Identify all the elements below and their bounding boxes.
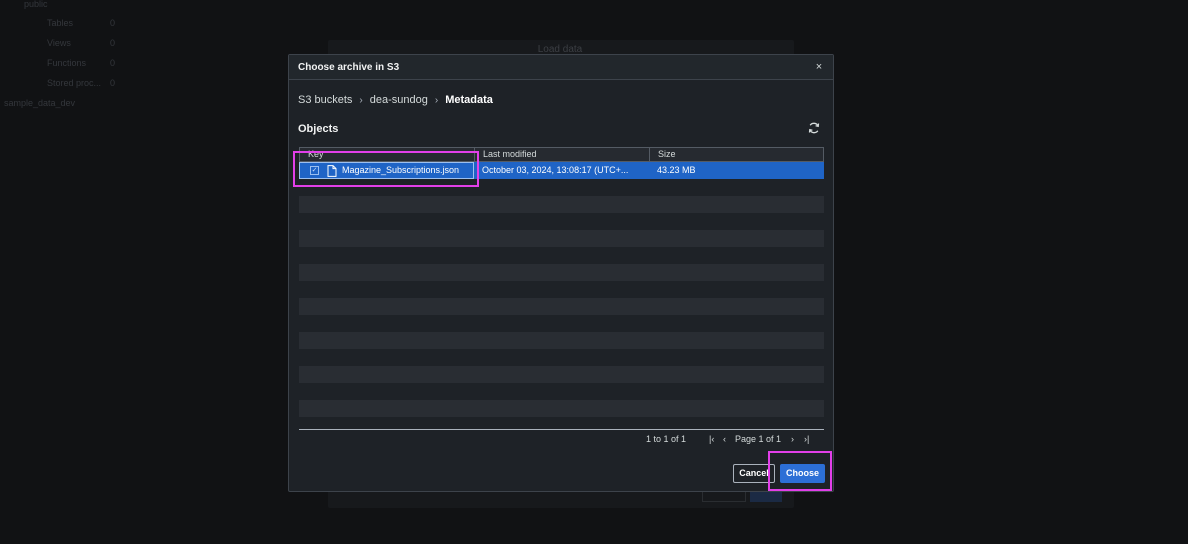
tree-database-label: sample_data_dev xyxy=(4,98,76,108)
table-row[interactable]: ✓ Magazine_Subscriptions.json October 03… xyxy=(299,162,824,179)
tree-item-count: 0 xyxy=(110,18,116,28)
tree-item-tables: Tables 0 xyxy=(20,16,130,30)
breadcrumb-current: Metadata xyxy=(445,94,493,106)
empty-row xyxy=(299,349,824,366)
tree-schema-label: public xyxy=(24,0,48,9)
choose-button[interactable]: Choose xyxy=(780,464,825,483)
breadcrumb-s3-buckets[interactable]: S3 buckets xyxy=(298,94,352,106)
cancel-button[interactable]: Cancel xyxy=(733,464,775,483)
tree-item-label: Tables xyxy=(47,18,74,28)
chevron-right-icon: › xyxy=(434,94,439,106)
tree-item-count: 0 xyxy=(110,78,116,88)
empty-row xyxy=(299,281,824,298)
chevron-right-icon: › xyxy=(359,94,363,106)
close-icon[interactable]: × xyxy=(813,61,825,73)
tree-item-functions: Functions 0 xyxy=(20,56,130,70)
pagination-divider xyxy=(299,429,824,430)
modal-header: Choose archive in S3 × xyxy=(289,55,833,80)
empty-row xyxy=(299,315,824,332)
next-page-icon[interactable]: › xyxy=(791,433,794,445)
empty-row xyxy=(299,417,824,434)
empty-row xyxy=(299,383,824,400)
first-page-icon[interactable]: |‹ xyxy=(709,433,714,445)
empty-row xyxy=(299,366,824,383)
row-checkbox[interactable]: ✓ xyxy=(310,166,319,175)
column-header-size[interactable]: Size xyxy=(650,148,823,161)
empty-row xyxy=(299,247,824,264)
tree-item-count: 0 xyxy=(110,38,116,48)
empty-row xyxy=(299,179,824,196)
pagination-page-label: Page 1 of 1 xyxy=(735,434,782,444)
choose-archive-modal: Choose archive in S3 × S3 buckets › dea-… xyxy=(288,54,834,492)
refresh-icon[interactable] xyxy=(807,121,821,135)
empty-row xyxy=(299,400,824,417)
last-page-icon[interactable]: ›| xyxy=(804,433,809,445)
file-icon xyxy=(327,164,337,177)
tree-item-label: Views xyxy=(47,38,71,48)
tree-item-label: Stored proc... xyxy=(47,78,102,88)
table-header: Key Last modified Size xyxy=(299,147,824,162)
tree-item-count: 0 xyxy=(110,58,116,68)
row-size: 43.23 MB xyxy=(657,165,696,175)
empty-row xyxy=(299,264,824,281)
breadcrumb: S3 buckets › dea-sundog › Metadata xyxy=(298,94,493,106)
column-header-last-modified[interactable]: Last modified xyxy=(475,148,650,161)
breadcrumb-bucket[interactable]: dea-sundog xyxy=(370,94,428,106)
tree-item-views: Views 0 xyxy=(20,36,130,50)
tree-item-label: Functions xyxy=(47,58,87,68)
tree-item-stored-procedures: Stored proc... 0 xyxy=(20,76,130,90)
row-key-cell[interactable]: ✓ Magazine_Subscriptions.json xyxy=(299,162,474,179)
objects-title: Objects xyxy=(298,123,339,135)
previous-page-icon[interactable]: ‹ xyxy=(723,433,726,445)
modal-title: Choose archive in S3 xyxy=(298,62,400,73)
empty-row xyxy=(299,213,824,230)
objects-table: Key Last modified Size ✓ Magazine_Subscr… xyxy=(299,147,824,434)
column-header-key[interactable]: Key xyxy=(300,148,475,161)
empty-row xyxy=(299,230,824,247)
row-last-modified: October 03, 2024, 13:08:17 (UTC+... xyxy=(482,165,629,175)
empty-row xyxy=(299,298,824,315)
pagination-count: 1 to 1 of 1 xyxy=(646,434,687,444)
row-key-label: Magazine_Subscriptions.json xyxy=(342,165,460,175)
empty-row xyxy=(299,332,824,349)
empty-row xyxy=(299,196,824,213)
